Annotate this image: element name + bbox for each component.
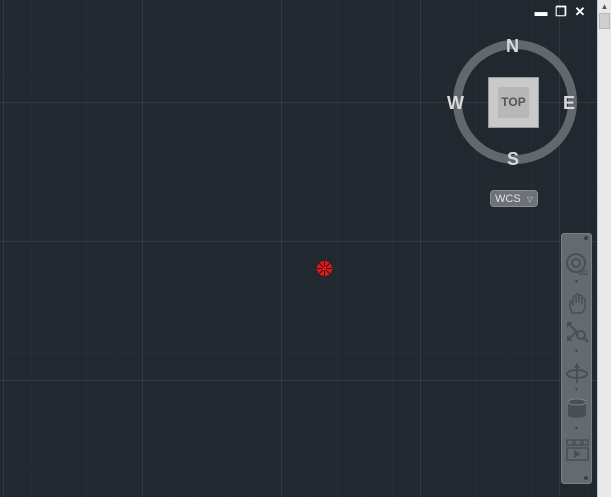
chevron-down-icon: ▽ bbox=[526, 195, 533, 204]
orbit-dropdown-icon[interactable]: ▾ bbox=[575, 387, 579, 393]
drawing-viewport[interactable]: N S W E TOP WCS ▽ ▬ ❐ ✕ 2D ▾ ▾ ▾ ▾ bbox=[0, 0, 597, 497]
steering-wheel-2d-icon[interactable]: 2D bbox=[565, 252, 589, 276]
close-button[interactable]: ✕ bbox=[572, 4, 588, 20]
showmotion-icon[interactable] bbox=[565, 397, 589, 421]
restore-button[interactable]: ❐ bbox=[553, 4, 569, 20]
navbar-resize-grip-icon[interactable] bbox=[584, 476, 588, 480]
zoom-extents-icon[interactable] bbox=[565, 320, 589, 344]
compass-north[interactable]: N bbox=[506, 36, 519, 57]
compass-south[interactable]: S bbox=[507, 149, 519, 170]
scroll-up-arrow-icon[interactable]: ▲ bbox=[598, 0, 611, 13]
steering-wheel-dropdown-icon[interactable]: ▾ bbox=[575, 279, 579, 285]
vertical-scrollbar[interactable]: ▲ bbox=[597, 0, 611, 497]
showmotion-dropdown-icon[interactable]: ▾ bbox=[575, 426, 579, 432]
compass-east[interactable]: E bbox=[563, 93, 575, 114]
wcs-menu-button[interactable]: WCS ▽ bbox=[490, 190, 538, 207]
svg-text:2D: 2D bbox=[579, 270, 588, 276]
zoom-dropdown-icon[interactable]: ▾ bbox=[575, 349, 579, 355]
scrollbar-thumb[interactable] bbox=[599, 13, 610, 29]
orbit-icon[interactable] bbox=[565, 361, 589, 385]
pan-hand-icon[interactable] bbox=[565, 292, 589, 316]
wcs-label: WCS bbox=[495, 193, 521, 205]
minimize-button[interactable]: ▬ bbox=[533, 4, 549, 20]
navigation-bar[interactable]: 2D ▾ ▾ ▾ ▾ bbox=[561, 233, 592, 484]
view-grid-icon[interactable] bbox=[565, 438, 589, 462]
ucs-origin-marker-icon bbox=[317, 261, 332, 276]
viewcube[interactable]: N S W E TOP bbox=[445, 32, 585, 172]
viewcube-face[interactable]: TOP bbox=[488, 77, 539, 128]
navbar-close-grip-icon[interactable] bbox=[584, 236, 588, 240]
compass-west[interactable]: W bbox=[447, 93, 464, 114]
viewcube-face-label[interactable]: TOP bbox=[498, 87, 529, 118]
